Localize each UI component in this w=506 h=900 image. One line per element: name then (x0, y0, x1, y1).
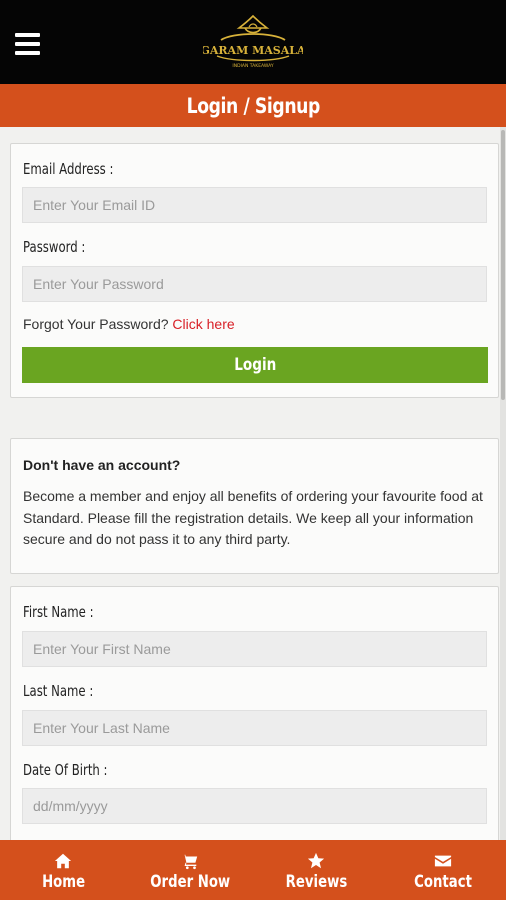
dob-field[interactable] (22, 788, 487, 824)
star-icon (308, 852, 325, 869)
first-name-field[interactable] (22, 631, 487, 667)
cart-icon (181, 854, 197, 870)
login-card: Email Address : Password : Forgot Your P… (10, 143, 499, 398)
password-label: Password : (23, 238, 86, 256)
dob-label: Date Of Birth : (23, 761, 108, 779)
last-name-label: Last Name : (23, 682, 94, 700)
nav-reviews-label: Reviews (285, 872, 348, 892)
nav-home[interactable]: Home (0, 840, 127, 900)
top-bar: GARAM MASALA INDIAN TAKEAWAY (0, 0, 506, 84)
last-name-field[interactable] (22, 710, 487, 746)
first-name-label: First Name : (23, 603, 94, 621)
signup-info-text: Become a member and enjoy all benefits o… (23, 488, 483, 547)
password-field[interactable] (22, 266, 487, 302)
envelope-icon (434, 855, 451, 867)
page-title-bar: Login / Signup (0, 84, 506, 127)
logo-tagline: INDIAN TAKEAWAY (232, 63, 273, 69)
nav-order-now[interactable]: Order Now (127, 840, 254, 900)
nav-contact[interactable]: Contact (380, 840, 506, 900)
bottom-nav: Home Order Now Reviews Contact (0, 840, 506, 900)
page-title: Login / Signup (186, 93, 320, 118)
email-field[interactable] (22, 187, 487, 223)
login-button[interactable]: Login (22, 347, 488, 383)
signup-info-card: Don't have an account? Become a member a… (10, 438, 499, 574)
nav-reviews[interactable]: Reviews (253, 840, 380, 900)
home-icon (55, 853, 72, 869)
menu-icon[interactable] (15, 33, 40, 55)
signup-info-title: Don't have an account? (23, 457, 181, 473)
nav-order-now-label: Order Now (149, 872, 230, 892)
register-card: First Name : Last Name : Date Of Birth : (10, 586, 499, 856)
logo[interactable]: GARAM MASALA INDIAN TAKEAWAY (203, 12, 303, 72)
email-label: Email Address : (23, 160, 114, 178)
nav-contact-label: Contact (413, 872, 472, 892)
forgot-password-link[interactable]: Click here (172, 316, 234, 332)
scrollbar-thumb[interactable] (501, 130, 505, 400)
forgot-password: Forgot Your Password? Click here (23, 316, 235, 332)
forgot-password-text: Forgot Your Password? (23, 316, 169, 332)
nav-home-label: Home (41, 872, 85, 892)
logo-text: GARAM MASALA (203, 44, 303, 57)
login-button-label: Login (233, 355, 277, 375)
